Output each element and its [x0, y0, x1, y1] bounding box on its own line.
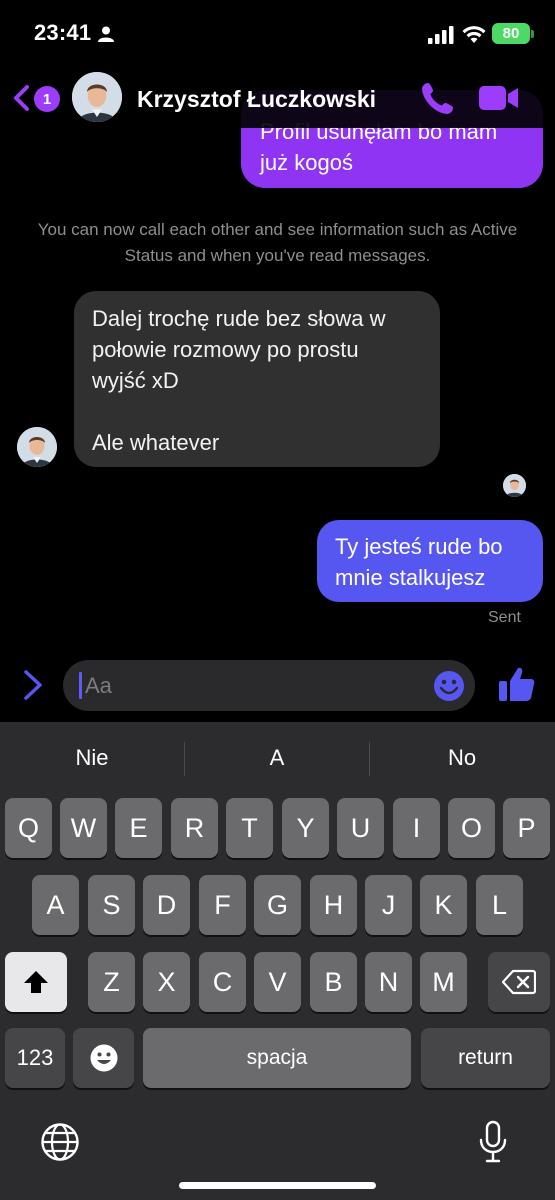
- message-line: już kogoś: [260, 150, 353, 175]
- key[interactable]: P: [503, 798, 550, 858]
- message-line: Ty jesteś rude bo: [335, 534, 503, 559]
- avatar-image: [72, 72, 122, 122]
- read-receipt-avatar: [503, 474, 526, 497]
- person-icon: [98, 26, 114, 42]
- status-bar: 23:41 80: [0, 0, 555, 66]
- key[interactable]: C: [199, 952, 246, 1012]
- system-notice: You can now call each other and see info…: [37, 220, 518, 265]
- avatar-image: [17, 427, 57, 467]
- contact-avatar[interactable]: [72, 72, 122, 122]
- status-time: 23:41: [34, 20, 92, 45]
- message-status: Sent: [488, 609, 521, 626]
- key[interactable]: F: [199, 875, 246, 935]
- key[interactable]: L: [476, 875, 523, 935]
- key[interactable]: R: [171, 798, 218, 858]
- shift-key[interactable]: [5, 952, 67, 1012]
- text-cursor: [79, 672, 82, 699]
- key[interactable]: Q: [5, 798, 52, 858]
- message-line: [92, 396, 422, 427]
- key[interactable]: Y: [282, 798, 329, 858]
- message-line: Dalej trochę rude bez słowa w: [92, 306, 386, 331]
- key[interactable]: T: [226, 798, 273, 858]
- unread-count-badge: 1: [34, 86, 60, 112]
- message-line: wyjść xD: [92, 368, 179, 393]
- space-key[interactable]: spacja: [143, 1028, 411, 1088]
- battery-cap: [531, 30, 534, 38]
- key[interactable]: B: [310, 952, 357, 1012]
- message-bubble-incoming[interactable]: Dalej trochę rude bez słowa w połowie ro…: [74, 291, 440, 467]
- globe-icon[interactable]: [40, 1122, 80, 1162]
- message-line: Ale whatever: [92, 430, 220, 455]
- thumbs-up-icon[interactable]: [497, 664, 537, 704]
- key[interactable]: S: [88, 875, 135, 935]
- chevron-right-icon[interactable]: [20, 668, 46, 702]
- backspace-key[interactable]: [488, 952, 550, 1012]
- video-call-icon[interactable]: [478, 82, 520, 114]
- message-line: mnie stalkujesz: [335, 565, 486, 590]
- key[interactable]: I: [393, 798, 440, 858]
- chevron-left-icon: [14, 85, 29, 111]
- avatar-image: [503, 474, 526, 497]
- key[interactable]: O: [448, 798, 495, 858]
- numbers-key[interactable]: 123: [5, 1028, 65, 1088]
- sender-avatar[interactable]: [17, 427, 57, 467]
- battery-level: 80: [502, 25, 520, 42]
- battery-indicator: 80: [492, 23, 530, 44]
- shift-icon: [24, 971, 48, 993]
- contact-name[interactable]: Krzysztof Łuczkowski: [137, 86, 376, 113]
- key[interactable]: W: [60, 798, 107, 858]
- suggestion-item[interactable]: No: [370, 736, 554, 780]
- emoji-key[interactable]: [73, 1028, 134, 1088]
- key[interactable]: E: [115, 798, 162, 858]
- key[interactable]: X: [143, 952, 190, 1012]
- key[interactable]: N: [365, 952, 412, 1012]
- key[interactable]: G: [254, 875, 301, 935]
- emoji-icon[interactable]: [433, 670, 465, 702]
- key[interactable]: Z: [88, 952, 135, 1012]
- cellular-signal-icon: [428, 26, 454, 44]
- return-key[interactable]: return: [421, 1028, 550, 1088]
- key[interactable]: D: [143, 875, 190, 935]
- key[interactable]: H: [310, 875, 357, 935]
- key[interactable]: V: [254, 952, 301, 1012]
- message-line: połowie rozmowy po prostu: [92, 337, 359, 362]
- backspace-icon: [502, 969, 536, 995]
- suggestion-item[interactable]: A: [185, 736, 369, 780]
- key[interactable]: M: [420, 952, 467, 1012]
- microphone-icon[interactable]: [478, 1120, 508, 1164]
- chat-header: 1 Krzysztof Łuczkowski: [0, 66, 555, 128]
- key[interactable]: K: [420, 875, 467, 935]
- key[interactable]: J: [365, 875, 412, 935]
- message-bubble-outgoing[interactable]: Ty jesteś rude bo mnie stalkujesz: [317, 520, 543, 602]
- emoji-icon: [90, 1044, 117, 1072]
- suggestion-item[interactable]: Nie: [0, 736, 184, 780]
- wifi-icon: [462, 26, 486, 43]
- message-input-placeholder: Aa: [85, 673, 112, 698]
- message-input[interactable]: Aa: [63, 660, 475, 711]
- key[interactable]: A: [32, 875, 79, 935]
- key[interactable]: U: [337, 798, 384, 858]
- back-button[interactable]: 1: [8, 80, 64, 116]
- home-indicator[interactable]: [179, 1182, 376, 1189]
- suggestion-bar: Nie A No: [0, 722, 555, 796]
- phone-icon[interactable]: [420, 80, 456, 116]
